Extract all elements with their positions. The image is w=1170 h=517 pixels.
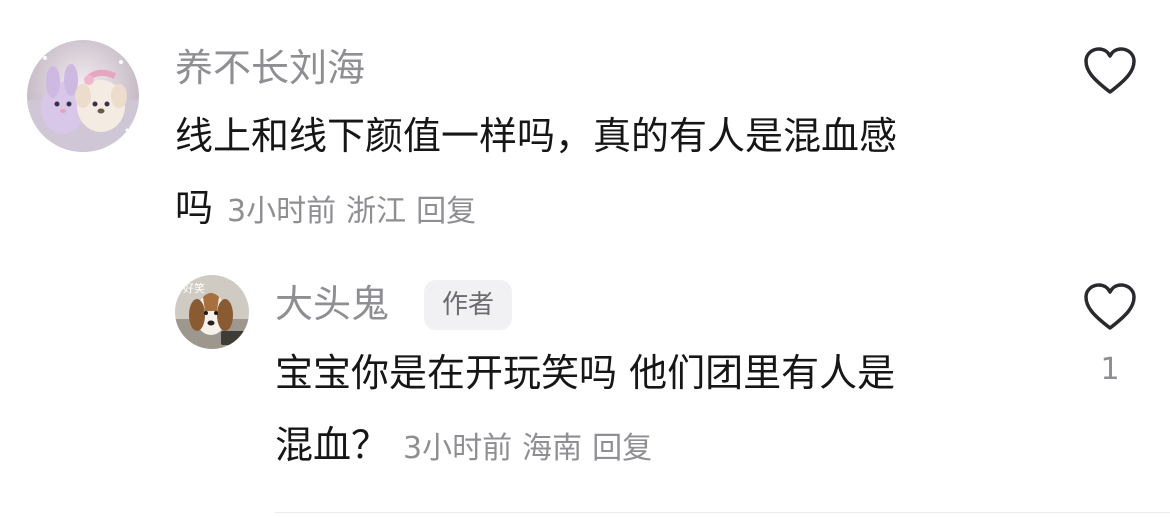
reply-button[interactable]: 回复 [592, 431, 652, 466]
reply-text-tail: 混血？ [275, 423, 390, 467]
avatar[interactable]: 好笑 [175, 275, 249, 349]
divider [275, 512, 1170, 513]
reply-text-last-line: 混血？ 3小时前 海南 回复 [275, 409, 1035, 485]
plush-toys-avatar-icon [27, 40, 139, 152]
like-button[interactable] [1083, 47, 1137, 97]
reply-location: 海南 [522, 431, 583, 466]
like-count: 1 [1100, 352, 1120, 387]
comment-text: 线上和线下颜值一样吗，真的有人是混血感 吗 3小时前 浙江 回复 [175, 100, 1055, 248]
comment-location: 浙江 [346, 194, 407, 229]
comment-username[interactable]: 养不长刘海 [175, 46, 365, 90]
reply-button[interactable]: 回复 [416, 194, 476, 229]
comment-text-tail: 吗 [175, 186, 214, 230]
heart-outline-icon [1084, 47, 1136, 94]
heart-outline-icon [1084, 283, 1136, 330]
comment-text-line: 线上和线下颜值一样吗，真的有人是混血感 [175, 114, 898, 158]
avatar-caption: 好笑 [183, 282, 205, 295]
reply-time: 3小时前 [403, 431, 513, 466]
author-badge: 作者 [424, 280, 513, 330]
avatar[interactable] [27, 40, 139, 152]
reply-username[interactable]: 大头鬼 [275, 282, 389, 326]
comment-time: 3小时前 [227, 194, 337, 229]
reply-text: 宝宝你是在开玩笑吗 他们团里有人是 混血？ 3小时前 海南 回复 [275, 337, 1035, 485]
comment-text-last-line: 吗 3小时前 浙江 回复 [175, 172, 1055, 248]
reply-text-line: 宝宝你是在开玩笑吗 他们团里有人是 [275, 351, 896, 395]
like-button[interactable] [1083, 283, 1137, 333]
